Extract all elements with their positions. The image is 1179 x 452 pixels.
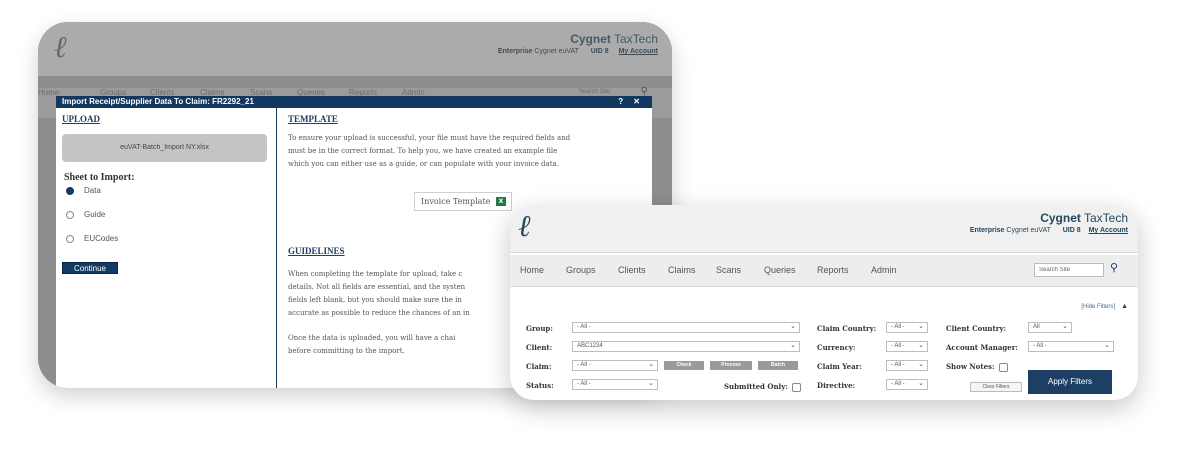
chevron-down-icon: ⌄	[918, 361, 924, 368]
continue-button[interactable]: Continue	[62, 262, 118, 274]
guidelines-note: Once the data is uploaded, you will have…	[288, 334, 456, 355]
search-input[interactable]	[1034, 263, 1104, 277]
chevron-down-icon: ⌄	[918, 323, 924, 330]
excel-icon: X	[496, 197, 506, 206]
client-select[interactable]: ABC1234 ⌄	[572, 341, 800, 352]
main-nav: Home Groups Clients Claims Scans Queries…	[510, 255, 1138, 287]
brand-name: Cygnet TaxTech	[570, 32, 658, 46]
chevron-up-icon: ▲	[1121, 303, 1128, 310]
show-notes-toggle[interactable]: Show Notes:	[946, 362, 1008, 372]
brand-name: Cygnet TaxTech	[1040, 211, 1128, 225]
status-select[interactable]: - All - ⌄	[572, 379, 658, 390]
chevron-down-icon: ⌄	[918, 380, 924, 387]
nav-groups[interactable]: Groups	[566, 265, 596, 275]
sheet-import-label: Sheet to Import:	[64, 172, 135, 183]
upload-title: UPLOAD	[62, 114, 100, 124]
radio-selected-icon[interactable]	[66, 186, 74, 195]
template-description: To ensure your upload is successful, you…	[288, 134, 571, 168]
directive-select[interactable]: - All - ⌄	[886, 379, 928, 390]
apply-filters-button[interactable]: Apply Filters	[1028, 370, 1112, 394]
currency-label: Currency:	[817, 343, 856, 352]
check-button[interactable]: Check	[664, 361, 704, 370]
checkbox-icon[interactable]	[791, 382, 801, 392]
search-icon[interactable]: ⚲	[1110, 261, 1118, 274]
chevron-down-icon: ⌄	[918, 342, 924, 349]
client-country-select[interactable]: All ⌄	[1028, 322, 1072, 333]
chevron-down-icon: ⌄	[1104, 342, 1110, 349]
chevron-down-icon: ⌄	[1062, 323, 1068, 330]
template-title: TEMPLATE	[288, 114, 338, 124]
nav-claims[interactable]: Claims	[668, 265, 696, 275]
account-manager-label: Account Manager:	[946, 343, 1019, 352]
dialog-title: Import Receipt/Supplier Data To Claim: F…	[62, 97, 254, 106]
cygnet-logo-icon: ℓ	[54, 30, 67, 65]
hide-filters-link[interactable]: [Hide Filters] ▲	[1081, 303, 1128, 310]
claim-country-label: Claim Country:	[817, 324, 877, 333]
nav-home[interactable]: Home	[520, 265, 544, 275]
checkbox-icon[interactable]	[998, 362, 1008, 372]
chevron-down-icon: ⌄	[790, 342, 796, 349]
group-label: Group:	[526, 324, 553, 333]
account-manager-select[interactable]: - All - ⌄	[1028, 341, 1114, 352]
nav-queries[interactable]: Queries	[764, 265, 796, 275]
claim-label: Claim:	[526, 362, 552, 371]
currency-select[interactable]: - All - ⌄	[886, 341, 928, 352]
my-account-link[interactable]: My Account	[1089, 227, 1128, 234]
upload-panel: UPLOAD euVAT-Batch_Import NY.xlsx Sheet …	[56, 108, 277, 388]
chevron-down-icon: ⌄	[648, 361, 654, 368]
claim-select[interactable]: - All - ⌄	[572, 360, 658, 371]
claim-year-select[interactable]: - All - ⌄	[886, 360, 928, 371]
sheet-option-data[interactable]: Data	[66, 186, 101, 195]
sheet-option-eucodes[interactable]: EUCodes	[66, 234, 118, 243]
claim-year-label: Claim Year:	[817, 362, 862, 371]
nav-admin[interactable]: Admin	[871, 265, 897, 275]
directive-label: Directive:	[817, 381, 856, 390]
group-select[interactable]: - All - ⌄	[572, 322, 800, 333]
dialog-controls[interactable]: ? ✕	[618, 96, 644, 108]
batch-button[interactable]: Batch	[758, 361, 798, 370]
clear-filters-button[interactable]: Clear Filters	[970, 382, 1022, 392]
client-label: Client:	[526, 343, 553, 352]
header-meta: Enterprise Cygnet euVAT UID 8 My Account	[497, 48, 658, 55]
back-search-input[interactable]: Search Site	[579, 89, 610, 95]
chevron-down-icon: ⌄	[790, 323, 796, 330]
radio-icon[interactable]	[66, 210, 74, 219]
dialog-title-bar: Import Receipt/Supplier Data To Claim: F…	[56, 96, 652, 108]
chevron-down-icon: ⌄	[648, 380, 654, 387]
cygnet-logo-icon: ℓ	[518, 209, 531, 244]
nav-scans[interactable]: Scans	[716, 265, 741, 275]
submitted-only-toggle[interactable]: Submitted Only:	[724, 382, 801, 392]
nav-reports[interactable]: Reports	[817, 265, 849, 275]
status-label: Status:	[526, 381, 554, 390]
sheet-option-guide[interactable]: Guide	[66, 210, 105, 219]
guidelines-title: GUIDELINES	[288, 246, 345, 256]
process-button[interactable]: Process	[710, 361, 752, 370]
header-meta: Enterprise Cygnet euVAT UID 8 My Account	[969, 227, 1128, 234]
foreground-window: ℓ Cygnet TaxTech Enterprise Cygnet euVAT…	[510, 205, 1138, 400]
file-upload-box[interactable]: euVAT-Batch_Import NY.xlsx	[62, 134, 267, 162]
invoice-template-button[interactable]: Invoice Template X	[414, 192, 512, 211]
guidelines-description: When completing the template for upload,…	[288, 270, 470, 317]
radio-icon[interactable]	[66, 234, 74, 243]
claim-country-select[interactable]: - All - ⌄	[886, 322, 928, 333]
client-country-label: Client Country:	[946, 324, 1007, 333]
nav-clients[interactable]: Clients	[618, 265, 646, 275]
my-account-link[interactable]: My Account	[619, 48, 658, 55]
